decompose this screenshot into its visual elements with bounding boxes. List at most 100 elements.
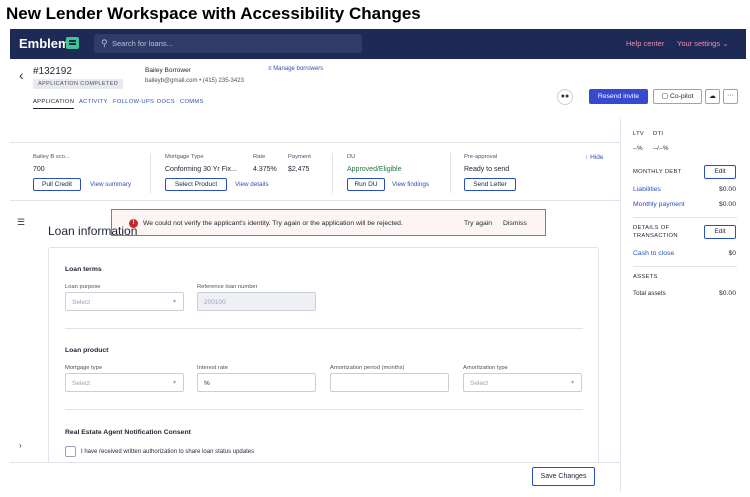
help-center-link[interactable]: Help center: [626, 39, 664, 48]
dismiss-link[interactable]: Dismiss: [503, 220, 527, 227]
manage-borrowers-link[interactable]: ≡ Manage borrowers: [268, 66, 323, 72]
copilot-label: Co-pilot: [669, 93, 694, 100]
mortgage-type-label: Mortgage Type: [165, 154, 204, 160]
preapproval-label: Pre-approval: [464, 154, 498, 160]
menu-icon[interactable]: ☰: [17, 217, 25, 228]
tab-docs[interactable]: DOCS: [157, 99, 175, 105]
reference-loan-value: 200100: [204, 299, 226, 306]
manage-borrowers-label: Manage borrowers: [273, 66, 324, 72]
back-arrow-icon[interactable]: ‹: [19, 67, 24, 83]
dti-value: --/--%: [653, 145, 669, 152]
loan-purpose-select[interactable]: Select ▾: [65, 292, 184, 311]
tab-follow-ups[interactable]: FOLLOW-UPS: [113, 99, 154, 105]
chevron-down-icon: ⌄: [722, 39, 729, 48]
search-input[interactable]: ⚲ Search for loans...: [94, 34, 362, 53]
app-logo[interactable]: Emblem: [19, 36, 70, 51]
amortization-period-label: Amortization period (months): [330, 365, 405, 371]
rate-value: 4.375%: [253, 166, 277, 173]
total-assets-value: $0.00: [718, 290, 736, 297]
chevron-down-icon: ▾: [172, 380, 176, 386]
divider: [65, 328, 583, 329]
error-alert: ! We could not verify the applicant's id…: [111, 209, 546, 236]
team-button[interactable]: ●●: [557, 89, 573, 105]
loan-purpose-label: Loan purpose: [65, 284, 101, 290]
mortgage-type-label: Mortgage type: [65, 365, 103, 371]
try-again-link[interactable]: Try again: [464, 220, 492, 227]
assets-label: ASSETS: [633, 274, 658, 280]
app-window: Emblem ⚲ Search for loans... Help center…: [10, 29, 746, 492]
ltv-label: LTV: [633, 131, 645, 137]
details-of-transaction-label: DETAILS OF: [633, 225, 670, 231]
divider: [150, 153, 151, 193]
interest-rate-suffix: %: [204, 380, 210, 387]
liabilities-link[interactable]: Liabilities: [633, 186, 661, 193]
rate-label: Rate: [253, 154, 266, 160]
total-assets-label: Total assets: [633, 290, 666, 297]
consent-checkbox[interactable]: [65, 446, 76, 457]
view-details-link[interactable]: View details: [235, 181, 269, 188]
edit-transaction-button[interactable]: Edit: [704, 225, 736, 239]
section-title: Loan information: [48, 224, 138, 238]
hide-summary-link[interactable]: ↑ Hide: [585, 154, 603, 161]
dti-label: DTI: [653, 131, 664, 137]
monthly-debt-label: MONTHLY DEBT: [633, 169, 682, 175]
divider: [65, 409, 583, 410]
more-options-button[interactable]: ···: [723, 89, 738, 104]
loan-product-title: Loan product: [65, 347, 109, 354]
cash-to-close-link[interactable]: Cash to close: [633, 250, 674, 257]
tab-activity[interactable]: ACTIVITY: [79, 99, 108, 105]
top-nav: Emblem ⚲ Search for loans... Help center…: [10, 29, 746, 59]
cloud-upload-button[interactable]: ☁: [705, 89, 720, 104]
logo-mark-icon: [66, 37, 79, 49]
view-summary-link[interactable]: View summary: [90, 181, 131, 188]
du-value: Approved/Eligible: [347, 166, 402, 173]
credit-score-label: Bailey B sco...: [33, 154, 70, 160]
search-placeholder: Search for loans...: [112, 39, 173, 48]
cash-to-close-value: $0: [728, 250, 736, 257]
edit-monthly-debt-button[interactable]: Edit: [704, 165, 736, 179]
alert-message: We could not verify the applicant's iden…: [143, 220, 403, 227]
settings-menu[interactable]: Your settings ⌄: [677, 39, 728, 48]
loan-id: #132192: [33, 66, 72, 77]
more-icon: ···: [727, 92, 734, 99]
pull-credit-button[interactable]: Pull Credit: [33, 178, 81, 191]
liabilities-value: $0.00: [718, 186, 736, 193]
cloud-icon: ☁: [709, 93, 716, 100]
amortization-type-value: Select: [470, 380, 489, 387]
view-findings-link[interactable]: View findings: [392, 181, 429, 188]
copilot-button[interactable]: ▢ Co-pilot: [653, 89, 702, 104]
consent-label: I have received written authorization to…: [81, 449, 255, 455]
mortgage-type-value: Conforming 30 Yr Fix...: [165, 166, 237, 173]
mortgage-type-select[interactable]: Select ▾: [65, 373, 184, 392]
chevron-right-icon[interactable]: ›: [19, 441, 22, 450]
people-icon: ≡: [268, 66, 272, 72]
team-icon: ●●: [560, 93, 570, 100]
resend-invite-button[interactable]: Resend invite: [589, 89, 648, 104]
borrower-name: Bailey Borrower: [145, 67, 191, 74]
hide-label: Hide: [590, 154, 604, 161]
divider: [332, 153, 333, 193]
details-of-transaction-label-2: TRANSACTION: [633, 233, 678, 239]
interest-rate-input[interactable]: %: [197, 373, 316, 392]
page-caption: New Lender Workspace with Accessibility …: [6, 4, 421, 23]
monthly-payment-value: $0.00: [718, 201, 736, 208]
run-du-button[interactable]: Run DU: [347, 178, 385, 191]
arrow-up-icon: ↑: [585, 154, 589, 161]
monitor-icon: ▢: [661, 93, 669, 100]
amortization-type-select[interactable]: Select ▾: [463, 373, 582, 392]
loan-terms-title: Loan terms: [65, 266, 102, 273]
tab-application[interactable]: APPLICATION: [33, 99, 75, 109]
select-product-button[interactable]: Select Product: [165, 178, 227, 191]
chevron-down-icon: ▾: [172, 299, 176, 305]
right-summary-panel: LTV DTI --% --/--% MONTHLY DEBT Edit Lia…: [620, 119, 746, 492]
reference-loan-field: 200100: [197, 292, 316, 311]
credit-score-value: 700: [33, 166, 45, 173]
monthly-payment-link[interactable]: Monthly payment: [633, 201, 685, 208]
tab-comms[interactable]: COMMS: [180, 99, 204, 105]
du-label: DU: [347, 154, 356, 160]
amortization-period-input[interactable]: [330, 373, 449, 392]
send-letter-button[interactable]: Send Letter: [464, 178, 516, 191]
save-changes-button[interactable]: Save Changes: [532, 467, 595, 486]
mortgage-type-value: Select: [72, 380, 91, 387]
divider: [450, 153, 451, 193]
